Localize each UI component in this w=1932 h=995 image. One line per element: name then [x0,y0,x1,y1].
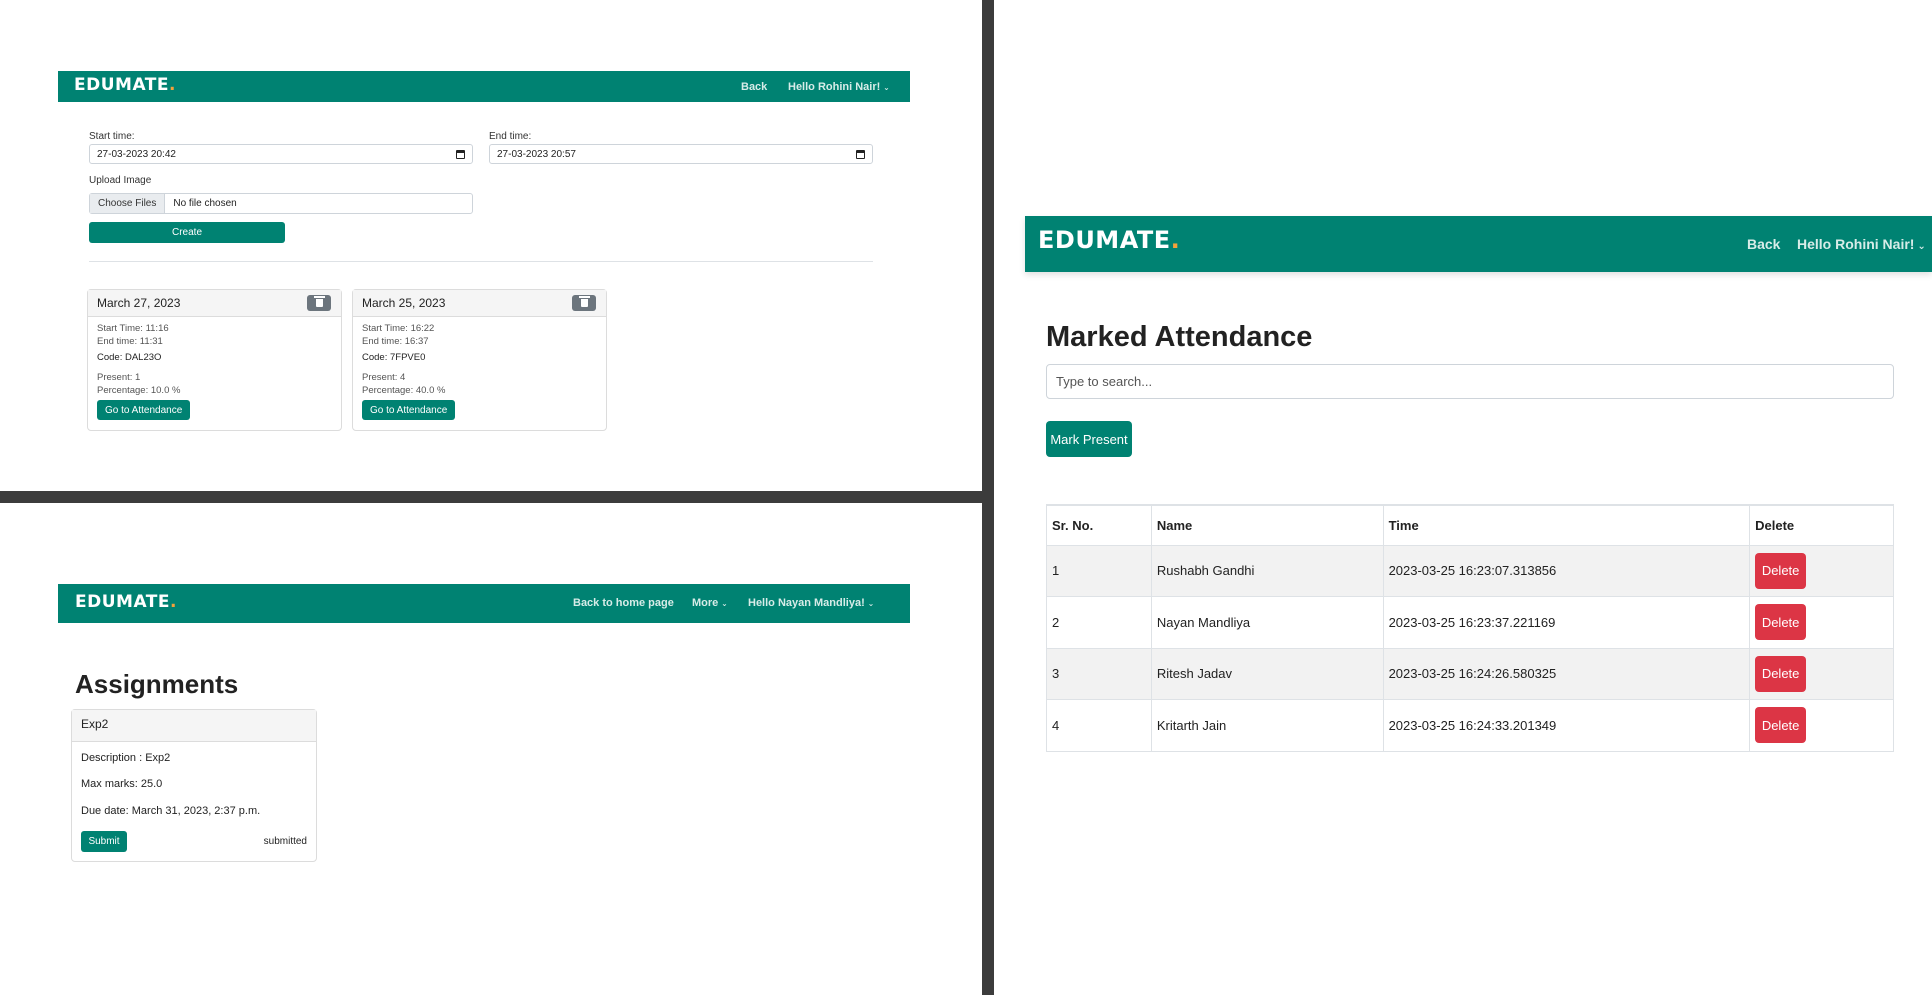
user-menu[interactable]: Hello Rohini Nair! ⌄ [1797,236,1926,252]
marked-time: 2023-03-25 16:24:26.580325 [1382,647,1751,700]
column-header: Time [1382,504,1751,546]
nav-back-link[interactable]: Back [741,81,767,93]
column-header: Name [1150,504,1384,546]
student-name: Ritesh Jadav [1150,647,1384,700]
assignment-card: Exp2 Description : Exp2 Max marks: 25.0 … [71,709,317,862]
end-time-label: End time: [489,131,532,142]
table-header-row: Sr. No. Name Time Delete [1046,504,1894,546]
session-end-time: End time: 11:31 [97,336,163,347]
delete-button[interactable]: Delete [1755,707,1807,744]
delete-button[interactable]: Delete [1755,552,1807,589]
session-date: March 25, 2023 [362,296,446,310]
page-title: Assignments [75,669,239,699]
marked-time: 2023-03-25 16:23:37.221169 [1382,596,1751,649]
submit-button[interactable]: Submit [81,831,127,852]
more-menu[interactable]: More ⌄ [692,597,728,609]
file-status: No file chosen [173,198,237,209]
upload-image-label: Upload Image [89,175,152,186]
divider [89,261,873,262]
assignment-name: Exp2 [72,710,316,742]
go-to-attendance-button[interactable]: Go to Attendance [97,400,191,420]
choose-files-button[interactable]: Choose Files [90,194,166,213]
student-name: Kritarth Jain [1150,699,1384,752]
calendar-icon[interactable] [456,150,465,159]
marked-time: 2023-03-25 16:24:33.201349 [1382,699,1751,752]
table-row: 2 Nayan Mandliya 2023-03-25 16:23:37.221… [1046,596,1894,649]
brand-logo[interactable]: EDUMATE. [75,592,177,612]
table-row: 3 Ritesh Jadav 2023-03-25 16:24:26.58032… [1046,647,1894,700]
session-code: Code: 7FPVE0 [362,352,426,363]
session-end-time: End time: 16:37 [362,336,429,347]
session-card-header: March 27, 2023 [88,290,341,317]
start-time-label: Start time: [89,131,135,142]
navbar-session: EDUMATE. Back Hello Rohini Nair! ⌄ [58,71,910,102]
delete-button[interactable]: Delete [1755,655,1807,692]
chevron-down-icon: ⌄ [1917,241,1926,252]
delete-cell: Delete [1749,544,1894,597]
chevron-down-icon: ⌄ [867,599,875,608]
delete-button[interactable]: Delete [1755,604,1807,641]
session-start-time: Start Time: 16:22 [362,323,435,334]
search-input[interactable] [1046,364,1894,399]
upload-image-input[interactable]: Choose Files No file chosen [89,193,473,214]
chevron-down-icon: ⌄ [721,599,728,608]
panel-divider-horizontal [0,491,982,503]
assignment-description: Description : Exp2 [81,752,171,764]
navbar-attendance: EDUMATE. Back Hello Rohini Nair! ⌄ [1025,216,1932,272]
row-number: 2 [1046,596,1152,649]
session-present: Present: 4 [362,372,406,383]
trash-icon [313,296,325,307]
delete-cell: Delete [1749,596,1894,649]
delete-cell: Delete [1749,647,1894,700]
trash-icon [578,296,590,307]
student-name: Nayan Mandliya [1150,596,1384,649]
session-card-header: March 25, 2023 [353,290,606,317]
nav-home-link[interactable]: Back to home page [573,597,674,609]
session-code: Code: DAL23O [97,352,162,363]
marked-time: 2023-03-25 16:23:07.313856 [1382,544,1751,597]
navbar-assignments: EDUMATE. Back to home page More ⌄ Hello N… [58,584,910,623]
table-row: 4 Kritarth Jain 2023-03-25 16:24:33.2013… [1046,699,1894,752]
session-card: March 25, 2023 Start Time: 16:22 End tim… [352,289,607,431]
session-percentage: Percentage: 10.0 % [97,385,181,396]
brand-logo[interactable]: EDUMATE. [74,75,176,95]
session-card: March 27, 2023 Start Time: 11:16 End tim… [87,289,342,431]
delete-session-button[interactable] [307,295,331,311]
column-header: Delete [1749,504,1894,546]
create-button[interactable]: Create [89,222,285,243]
end-time-input[interactable]: 27-03-2023 20:57 [489,144,873,164]
page-title: Marked Attendance [1046,321,1313,353]
assignment-due-date: Due date: March 31, 2023, 2:37 p.m. [81,805,261,817]
chevron-down-icon: ⌄ [883,83,890,92]
row-number: 3 [1046,647,1152,700]
row-number: 4 [1046,699,1152,752]
delete-cell: Delete [1749,699,1894,752]
user-menu[interactable]: Hello Nayan Mandliya! ⌄ [748,597,874,609]
nav-back-link[interactable]: Back [1747,236,1780,252]
go-to-attendance-button[interactable]: Go to Attendance [362,400,456,420]
row-number: 1 [1046,544,1152,597]
assignment-max-marks: Max marks: 25.0 [81,778,163,790]
session-date: March 27, 2023 [97,296,181,310]
mark-present-button[interactable]: Mark Present [1046,421,1132,457]
start-time-input[interactable]: 27-03-2023 20:42 [89,144,473,164]
delete-session-button[interactable] [572,295,596,311]
session-percentage: Percentage: 40.0 % [362,385,446,396]
panel-divider-vertical [982,0,994,995]
submission-status: submitted [263,836,307,847]
attendance-table: Sr. No. Name Time Delete 1 Rushabh Gandh… [1046,504,1894,752]
user-menu[interactable]: Hello Rohini Nair! ⌄ [788,81,890,93]
student-name: Rushabh Gandhi [1150,544,1384,597]
column-header: Sr. No. [1046,504,1152,546]
table-row: 1 Rushabh Gandhi 2023-03-25 16:23:07.313… [1046,544,1894,597]
session-start-time: Start Time: 11:16 [97,323,169,334]
calendar-icon[interactable] [856,150,865,159]
session-present: Present: 1 [97,372,141,383]
brand-logo[interactable]: EDUMATE. [1038,226,1180,254]
